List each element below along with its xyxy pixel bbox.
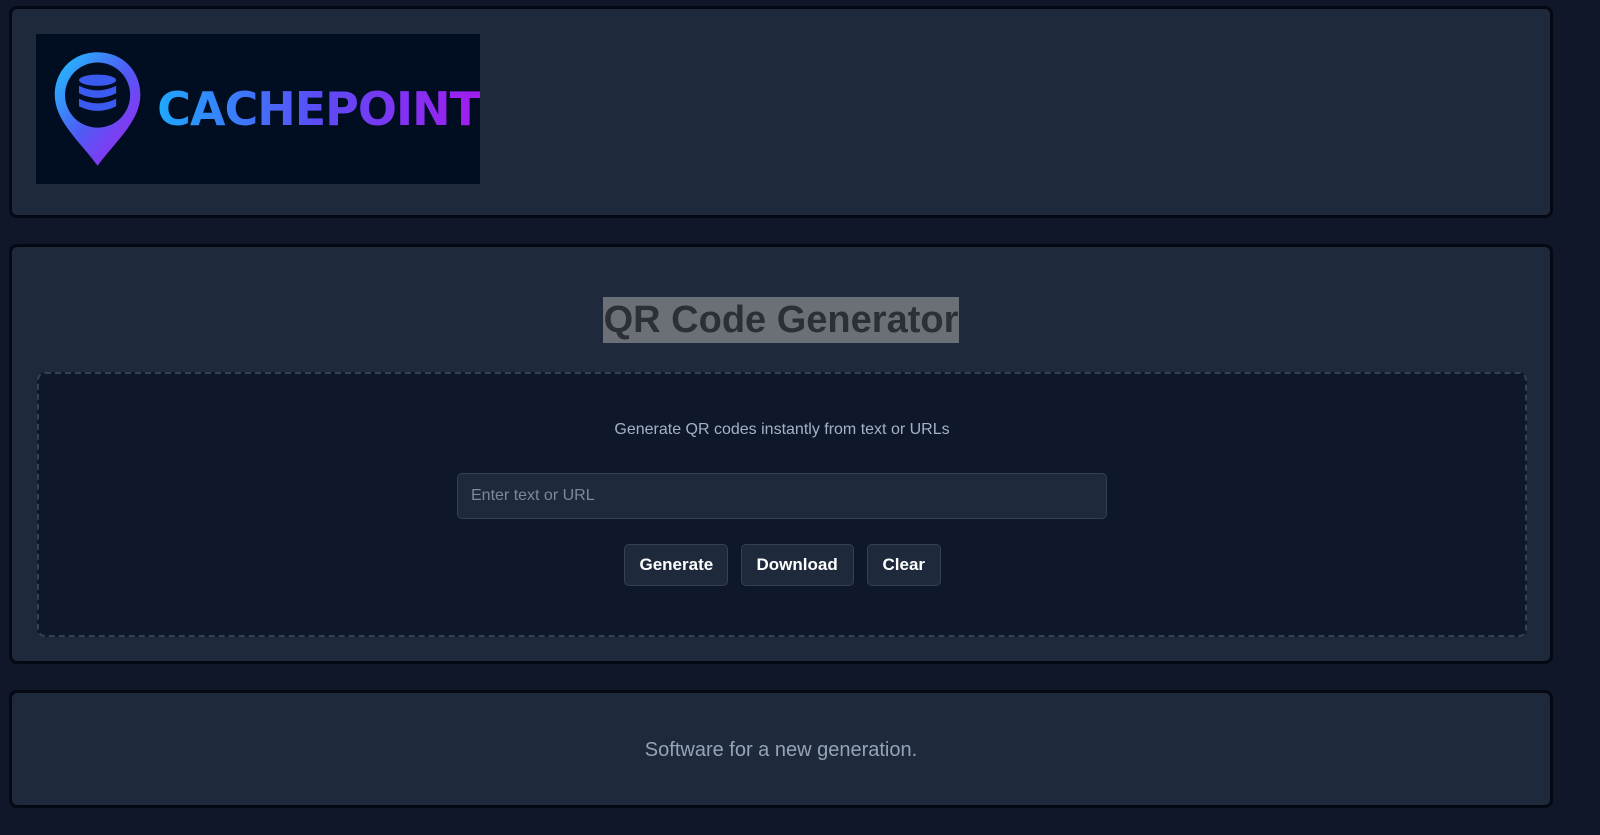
main-panel: QR Code Generator Generate QR codes inst…	[9, 244, 1553, 664]
logo-text: CACHEPOINT	[157, 82, 481, 136]
subtitle: Generate QR codes instantly from text or…	[614, 421, 950, 438]
page-title: QR Code Generator	[602, 297, 960, 343]
text-url-input[interactable]	[457, 473, 1107, 519]
header-panel: CACHEPOINT	[9, 6, 1553, 218]
generator-container: Generate QR codes instantly from text or…	[37, 372, 1527, 637]
title-wrap: QR Code Generator	[12, 297, 1550, 343]
generate-button[interactable]: Generate	[623, 544, 728, 586]
download-button[interactable]: Download	[740, 544, 854, 586]
button-row: Generate Download Clear	[39, 544, 1525, 586]
database-pin-icon	[54, 52, 141, 166]
footer-tagline: Software for a new generation.	[644, 739, 918, 761]
footer-panel: Software for a new generation.	[9, 690, 1553, 808]
logo[interactable]: CACHEPOINT	[36, 34, 481, 184]
clear-button[interactable]: Clear	[866, 544, 941, 586]
